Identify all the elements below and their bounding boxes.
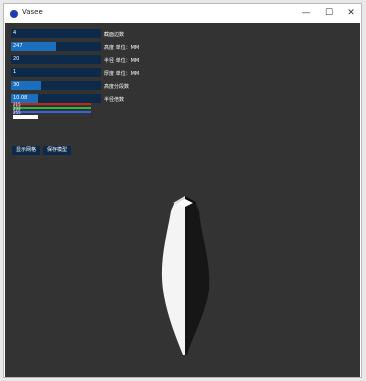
sides-label: 截面边数 <box>104 32 125 38</box>
height-slider[interactable]: 247 <box>11 42 101 51</box>
thickness-label: 厚度 单位：MM <box>104 71 140 77</box>
minimize-button[interactable]: — <box>295 4 317 23</box>
slider-value: 1 <box>13 69 17 75</box>
radius-slider[interactable]: 20 <box>11 55 101 64</box>
show-grid-button[interactable]: 显示网格 <box>12 146 41 155</box>
radius-multiplier-slider[interactable]: 10.08 <box>11 94 101 103</box>
close-button[interactable]: ✕ <box>340 4 362 23</box>
segments-label: 高度分段数 <box>104 84 130 90</box>
segments-slider[interactable]: 30 <box>11 81 101 90</box>
slider-value: 20 <box>13 56 20 62</box>
red-channel-slider[interactable] <box>13 103 91 105</box>
slider-value: 10.08 <box>13 95 28 101</box>
app-icon <box>10 10 18 18</box>
maximize-button[interactable]: ☐ <box>318 4 340 23</box>
height-label: 高度 单位：MM <box>104 45 140 51</box>
vase-left-face <box>161 202 185 355</box>
color-swatch[interactable] <box>13 115 38 119</box>
save-model-button[interactable]: 保存模型 <box>43 146 72 155</box>
title-bar[interactable]: Vasee — ☐ ✕ <box>4 4 361 23</box>
slider-value: 4 <box>13 30 17 36</box>
vase-model <box>161 196 210 355</box>
vase-right-face <box>185 202 210 355</box>
thickness-slider[interactable]: 1 <box>11 68 101 77</box>
window-title: Vasee <box>22 8 43 16</box>
app-window: Vasee — ☐ ✕ 4 截面边数 247 高度 单位：MM 20 半径 单位… <box>3 3 362 378</box>
sides-slider[interactable]: 4 <box>11 29 101 38</box>
radius-label: 半径 单位：MM <box>104 58 140 64</box>
3d-viewport[interactable]: 4 截面边数 247 高度 单位：MM 20 半径 单位：MM 1 厚度 单位：… <box>5 23 360 377</box>
slider-value: 247 <box>13 43 23 49</box>
slider-value: 30 <box>13 82 20 88</box>
blue-channel-slider[interactable] <box>13 111 91 113</box>
green-channel-slider[interactable] <box>13 107 91 109</box>
radius-multiplier-label: 半径倍数 <box>104 97 125 103</box>
